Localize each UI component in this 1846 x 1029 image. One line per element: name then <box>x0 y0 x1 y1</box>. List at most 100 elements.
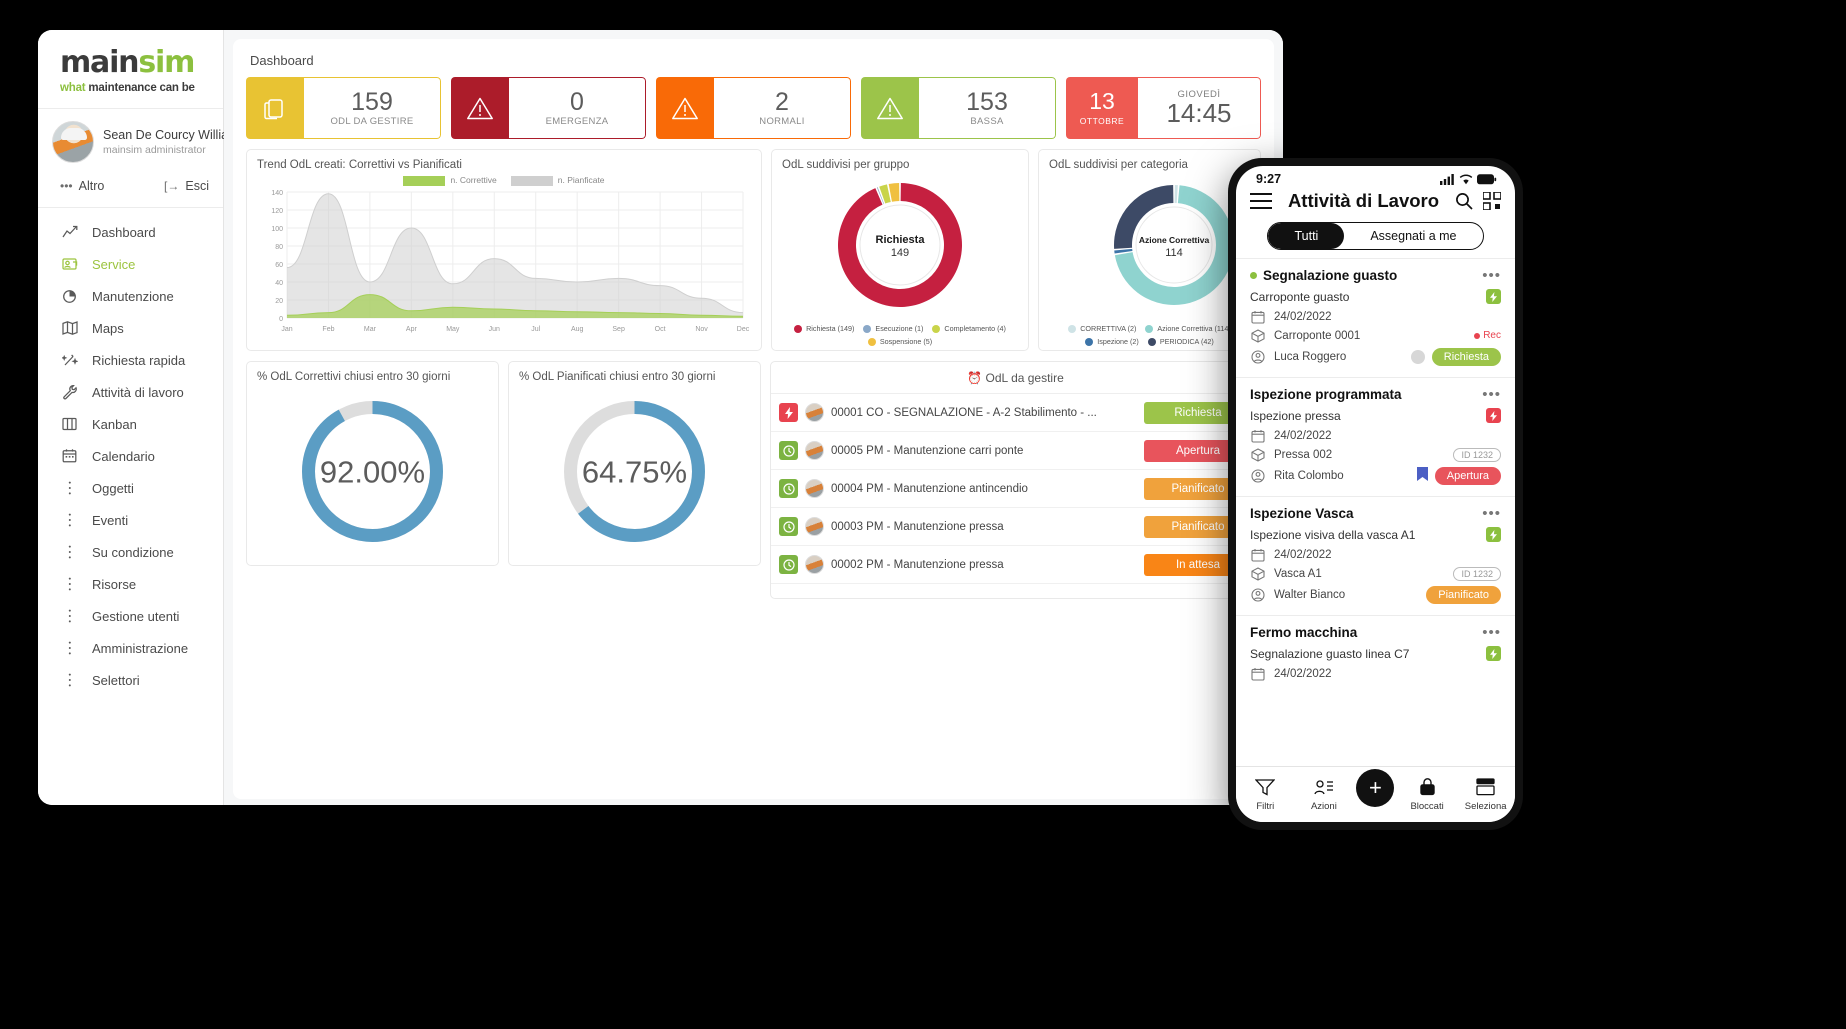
overflow-menu-icon[interactable]: ••• <box>1482 267 1501 284</box>
sidebar-item-risorse[interactable]: Risorse <box>38 568 223 600</box>
odl-row[interactable]: 00005 PM - Manutenzione carri ponte Apert… <box>771 432 1260 470</box>
lock-icon <box>1419 777 1436 799</box>
legend-label: Ispezione (2) <box>1097 337 1139 346</box>
task-card-header: Ispezione Vasca ••• <box>1250 505 1501 522</box>
task-card[interactable]: Segnalazione guasto ••• Carroponte guasto 2… <box>1236 258 1515 377</box>
task-subtitle: Segnalazione guasto linea C7 <box>1250 646 1410 661</box>
legend-item[interactable]: Azione Correttiva (114) <box>1145 324 1231 333</box>
task-detail-line: Vasca A1 ID 1232 <box>1250 564 1501 583</box>
odl-list-panel: ⏰ OdL da gestire 00001 CO - SEGNALAZIONE… <box>770 361 1261 599</box>
odl-row[interactable]: 00002 PM - Manutenzione pressa In attesa <box>771 546 1260 584</box>
sidebar-item-manutenzione[interactable]: Manutenzione <box>38 280 223 312</box>
status-badge[interactable]: Pianificato <box>1426 585 1501 604</box>
priority-flag-icon <box>1486 408 1501 423</box>
svg-text:Jan: Jan <box>281 326 292 333</box>
sidebar-item-attivit-di-lavoro[interactable]: Attività di lavoro <box>38 376 223 408</box>
status-badge[interactable]: Apertura <box>1434 466 1501 485</box>
svg-text:Jun: Jun <box>489 326 500 333</box>
altro-button[interactable]: Altro <box>79 179 105 193</box>
sidebar-item-service[interactable]: Service <box>38 248 223 280</box>
svg-text:May: May <box>446 326 460 333</box>
sidebar-item-dashboard[interactable]: Dashboard <box>38 216 223 248</box>
hamburger-menu-icon[interactable] <box>1250 193 1272 209</box>
task-subtitle: Ispezione pressa <box>1250 408 1341 423</box>
legend-item[interactable]: Esecuzione (1) <box>863 324 923 333</box>
sidebar-item-gestione-utenti[interactable]: Gestione utenti <box>38 600 223 632</box>
sidebar-item-maps[interactable]: Maps <box>38 312 223 344</box>
phone-tab-tutti[interactable]: Tutti <box>1268 223 1345 249</box>
odl-row[interactable]: 00004 PM - Manutenzione antincendio Piani… <box>771 470 1260 508</box>
phone-tab-group: Tutti Assegnati a me <box>1267 222 1484 250</box>
kpi-card-emergenza[interactable]: 0 EMERGENZA <box>451 77 646 139</box>
task-subtitle: Ispezione visiva della vasca A1 <box>1250 527 1416 542</box>
kpi-card-odl-da-gestire[interactable]: 159 ODL DA GESTIRE <box>246 77 441 139</box>
nav-filtri[interactable]: Filtri <box>1239 778 1291 812</box>
add-fab-button[interactable]: + <box>1356 768 1395 807</box>
sidebar-item-label: Service <box>92 256 136 272</box>
sidebar-item-richiesta-rapida[interactable]: Richiesta rapida <box>38 344 223 376</box>
task-card-header: Fermo macchina ••• <box>1250 624 1501 641</box>
clock-time: 14:45 <box>1166 97 1232 128</box>
sidebar-item-su-condizione[interactable]: Su condizione <box>38 536 223 568</box>
dots-vertical-icon <box>62 576 78 592</box>
task-subtitle: Carroponte guasto <box>1250 289 1350 304</box>
legend-item[interactable]: CORRETTIVA (2) <box>1068 324 1136 333</box>
odl-row[interactable]: 00001 CO - SEGNALAZIONE - A-2 Stabilimen… <box>771 394 1260 432</box>
task-detail-line: 24/02/2022 <box>1250 545 1501 564</box>
calendar-icon <box>1250 310 1265 324</box>
legend-item[interactable]: Sospensione (5) <box>867 337 932 346</box>
phone-task-list[interactable]: Segnalazione guasto ••• Carroponte guasto 2… <box>1236 258 1515 766</box>
sidebar-item-amministrazione[interactable]: Amministrazione <box>38 632 223 664</box>
task-card[interactable]: Ispezione Vasca ••• Ispezione visiva della… <box>1236 496 1515 615</box>
status-badge[interactable]: Richiesta <box>1431 347 1501 366</box>
legend-item[interactable]: PERIODICA (42) <box>1147 337 1214 346</box>
bookmark-icon[interactable] <box>1416 467 1428 484</box>
sidebar-item-label: Manutenzione <box>92 288 174 304</box>
logout-button[interactable]: Esci <box>185 179 209 193</box>
nav-bloccati[interactable]: Bloccati <box>1401 777 1453 812</box>
gruppo-donut-chart: Richiesta149 <box>838 183 962 307</box>
sidebar-item-eventi[interactable]: Eventi <box>38 504 223 536</box>
phone-tabs: Tutti Assegnati a me <box>1236 220 1515 258</box>
legend-item[interactable]: Richiesta (149) <box>794 324 854 333</box>
kpi-card-normali[interactable]: 2 NORMALI <box>656 77 851 139</box>
overflow-menu-icon[interactable]: ••• <box>1482 624 1501 641</box>
kpi-body: 153 BASSA <box>919 77 1056 139</box>
phone-bottom-nav: Filtri Azioni + Bloccati Seleziona <box>1236 766 1515 822</box>
phone-tab-assegnati-a-me[interactable]: Assegnati a me <box>1344 223 1482 249</box>
overflow-menu-icon[interactable]: ••• <box>1482 386 1501 403</box>
task-card[interactable]: Fermo macchina ••• Segnalazione guasto lin… <box>1236 615 1515 692</box>
sidebar-item-selettori[interactable]: Selettori <box>38 664 223 696</box>
sidebar-item-calendario[interactable]: Calendario <box>38 440 223 472</box>
nav-label: Filtri <box>1256 800 1275 812</box>
nav-azioni[interactable]: Azioni <box>1298 778 1350 812</box>
task-card[interactable]: Ispezione programmata ••• Ispezione pressa… <box>1236 377 1515 496</box>
main-content: Dashboard 159 ODL DA GESTIRE 0 EMERGENZA 2 NO… <box>224 30 1283 805</box>
user-name: Sean De Courcy Willia <box>103 128 229 142</box>
avatar <box>805 517 824 536</box>
altro-logout-row: ••• Altro [→ Esci <box>38 173 223 208</box>
task-subtitle-row: Ispezione visiva della vasca A1 <box>1250 527 1501 542</box>
sidebar-item-oggetti[interactable]: Oggetti <box>38 472 223 504</box>
qr-code-icon[interactable] <box>1483 192 1501 210</box>
svg-text:60: 60 <box>275 262 283 269</box>
clock-icon <box>779 441 798 460</box>
legend-swatch-correttive <box>403 175 446 186</box>
avatar <box>805 555 824 574</box>
overflow-menu-icon[interactable]: ••• <box>1482 505 1501 522</box>
correttivi-gauge-title: % OdL Correttivi chiusi entro 30 giorni <box>257 371 451 383</box>
app-logo[interactable]: mainsim what maintenance can be <box>38 30 223 109</box>
dashboard-card: Dashboard 159 ODL DA GESTIRE 0 EMERGENZA 2 NO… <box>233 39 1274 799</box>
service-icon <box>62 256 78 272</box>
avatar <box>805 479 824 498</box>
search-icon[interactable] <box>1455 192 1473 210</box>
kpi-card-bassa[interactable]: 153 BASSA <box>861 77 1056 139</box>
user-profile[interactable]: Sean De Courcy Willia mainsim administra… <box>38 109 228 173</box>
sidebar-item-label: Kanban <box>92 416 137 432</box>
legend-label-pianificate: n. Pianficate <box>557 175 605 185</box>
legend-item[interactable]: Completamento (4) <box>932 324 1006 333</box>
legend-item[interactable]: Ispezione (2) <box>1085 337 1139 346</box>
sidebar-item-kanban[interactable]: Kanban <box>38 408 223 440</box>
odl-row[interactable]: 00003 PM - Manutenzione pressa Pianificat… <box>771 508 1260 546</box>
nav-seleziona[interactable]: Seleziona <box>1460 777 1512 812</box>
